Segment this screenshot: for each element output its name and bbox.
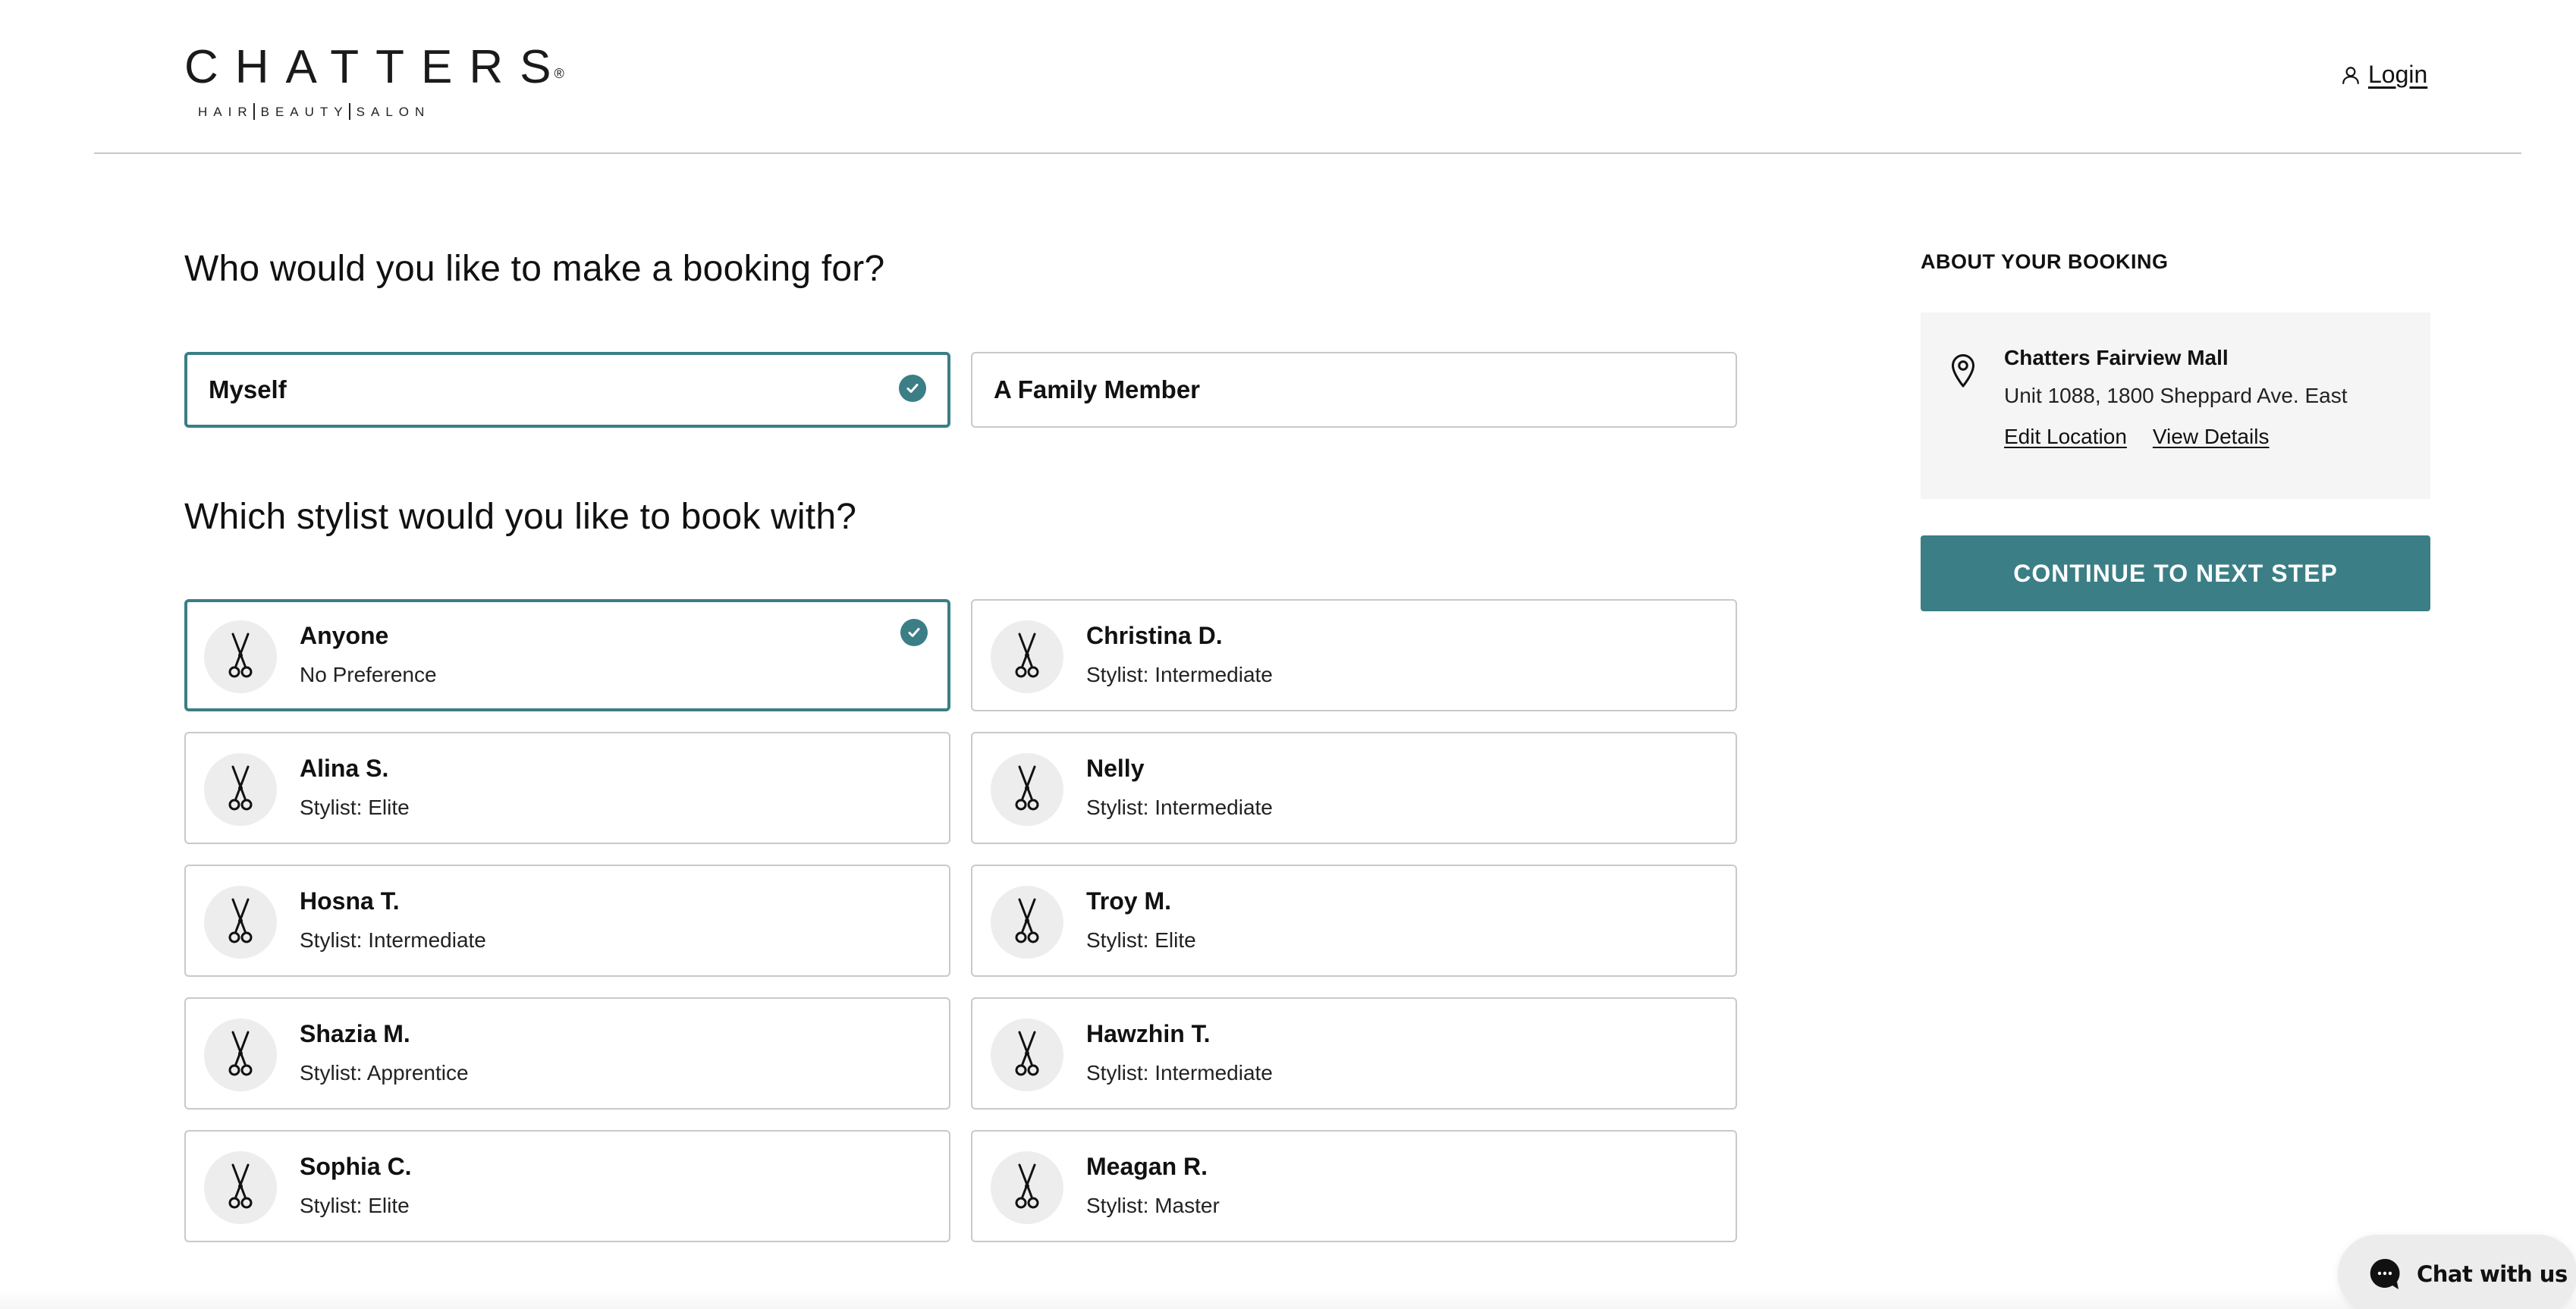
stylist-card[interactable]: Shazia M. Stylist: Apprentice [184, 997, 950, 1110]
registered-mark: ® [554, 66, 564, 81]
chat-bubble-icon [2370, 1258, 2400, 1289]
stylist-card[interactable]: Alina S. Stylist: Elite [184, 732, 950, 844]
stylist-level: No Preference [300, 663, 437, 686]
scissors-icon [204, 1151, 277, 1224]
edit-location-link[interactable]: Edit Location [2004, 425, 2127, 449]
stylist-level: Stylist: Intermediate [1086, 663, 1273, 686]
location-address: Unit 1088, 1800 Sheppard Ave. East [2004, 384, 2348, 407]
header-divider [94, 152, 2521, 154]
stylist-card[interactable]: Nelly Stylist: Intermediate [971, 732, 1737, 844]
login-label: Login [2368, 61, 2428, 88]
stylist-card[interactable]: Troy M. Stylist: Elite [971, 865, 1737, 977]
stylist-level: Stylist: Intermediate [1086, 796, 1273, 819]
stylist-name: Troy M. [1086, 887, 1172, 915]
stylist-card[interactable]: Christina D. Stylist: Intermediate [971, 599, 1737, 711]
login-link[interactable]: Login [2341, 61, 2427, 89]
scissors-icon [991, 1019, 1063, 1091]
check-circle-icon [899, 375, 926, 402]
scissors-icon [991, 886, 1063, 959]
stylist-card[interactable]: Hosna T. Stylist: Intermediate [184, 865, 950, 977]
stylist-level: Stylist: Apprentice [300, 1061, 469, 1085]
stylist-level: Stylist: Intermediate [300, 928, 486, 952]
stylist-name: Meagan R. [1086, 1153, 1208, 1180]
chatters-logo[interactable]: CHATTERS® HAIR BEAUTY SALON [184, 44, 564, 120]
stylist-card[interactable]: Meagan R. Stylist: Master [971, 1130, 1737, 1242]
scissors-icon [204, 1019, 277, 1091]
stylist-name: Sophia C. [300, 1153, 412, 1180]
stylist-level: Stylist: Elite [300, 1194, 410, 1217]
stylist-level: Stylist: Intermediate [1086, 1061, 1273, 1085]
location-panel: Chatters Fairview Mall Unit 1088, 1800 S… [1921, 312, 2430, 499]
site-header: CHATTERS® HAIR BEAUTY SALON Login [0, 0, 2576, 155]
bottom-fade [0, 1289, 2576, 1309]
stylist-card[interactable]: Hawzhin T. Stylist: Intermediate [971, 997, 1737, 1110]
stylist-name: Nelly [1086, 755, 1145, 782]
stylist-card[interactable]: Sophia C. Stylist: Elite [184, 1130, 950, 1242]
map-pin-icon [1952, 354, 1974, 388]
scissors-icon [991, 1151, 1063, 1224]
user-icon [2342, 66, 2359, 84]
stylist-name: Alina S. [300, 755, 389, 782]
stylist-name: Anyone [300, 622, 389, 649]
stylist-card[interactable]: Anyone No Preference [184, 599, 950, 711]
scissors-icon [204, 886, 277, 959]
stylist-name: Shazia M. [300, 1020, 410, 1047]
stylist-title: Which stylist would you like to book wit… [184, 497, 857, 537]
scissors-icon [204, 620, 277, 693]
booking-for-title: Who would you like to make a booking for… [184, 249, 885, 289]
scissors-icon [204, 753, 277, 826]
chat-widget-button[interactable]: Chat with us [2338, 1235, 2576, 1309]
stylist-level: Stylist: Elite [300, 796, 410, 819]
stylist-name: Hawzhin T. [1086, 1020, 1211, 1047]
sidebar-title: ABOUT YOUR BOOKING [1921, 250, 2169, 273]
scissors-icon [991, 620, 1063, 693]
stylist-level: Stylist: Elite [1086, 928, 1196, 952]
continue-button[interactable]: CONTINUE TO NEXT STEP [1921, 535, 2430, 611]
chat-label: Chat with us [2417, 1261, 2568, 1287]
stylist-level: Stylist: Master [1086, 1194, 1220, 1217]
logo-wordmark: CHATTERS [184, 41, 568, 93]
check-circle-icon [900, 619, 928, 646]
location-name: Chatters Fairview Mall [2004, 346, 2229, 369]
option-myself[interactable]: Myself [184, 352, 950, 428]
scissors-icon [991, 753, 1063, 826]
stylist-name: Hosna T. [300, 887, 400, 915]
logo-tagline: HAIR BEAUTY SALON [198, 103, 431, 120]
option-label: Myself [209, 375, 287, 403]
option-label: A Family Member [994, 375, 1201, 403]
stylist-name: Christina D. [1086, 622, 1223, 649]
view-details-link[interactable]: View Details [2153, 425, 2270, 449]
option-family-member[interactable]: A Family Member [971, 352, 1737, 428]
